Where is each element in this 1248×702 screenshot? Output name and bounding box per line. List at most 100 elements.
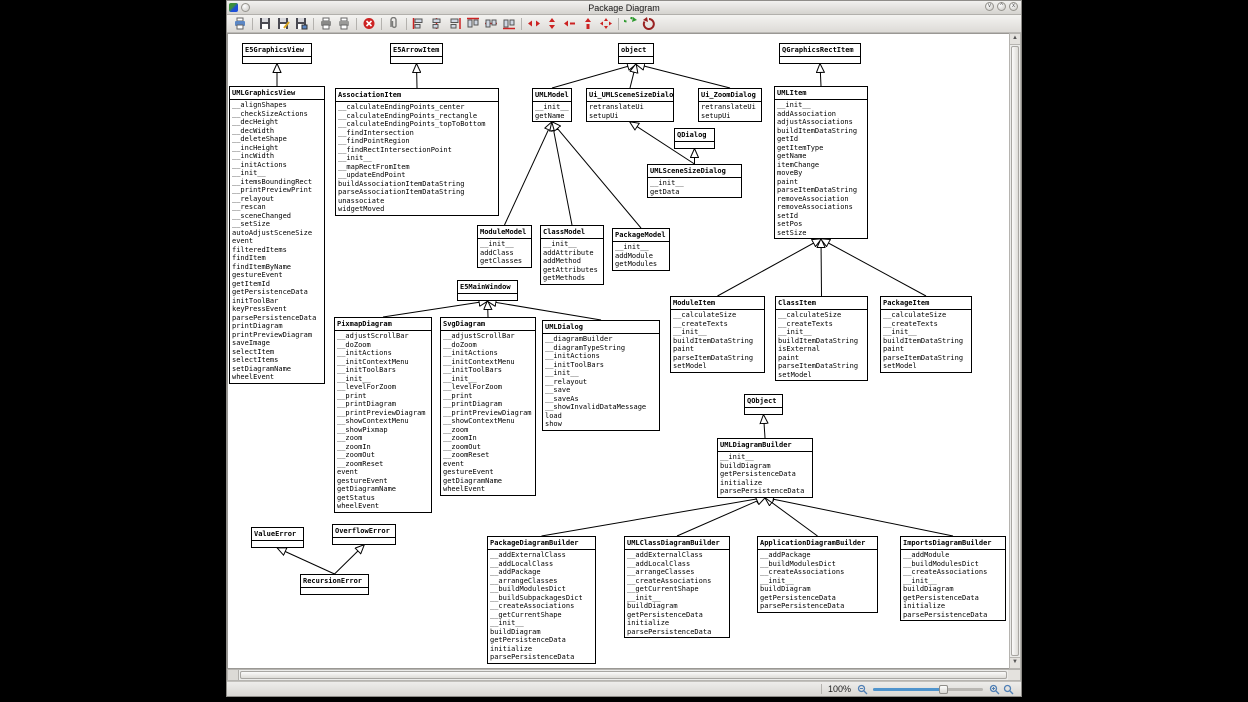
class-box-ClassItem[interactable]: ClassItem__calculateSize__createTexts__i… — [775, 296, 868, 381]
method-label: findItem — [232, 254, 322, 263]
scroll-down-icon[interactable]: ▼ — [1010, 657, 1020, 668]
method-label: setupUi — [589, 112, 671, 121]
class-box-ModuleItem[interactable]: ModuleItem__calculateSize__createTexts__… — [670, 296, 765, 373]
align-right-icon[interactable] — [447, 16, 463, 31]
print-preview-icon[interactable] — [318, 16, 334, 31]
class-name-label: object — [619, 44, 653, 57]
delete-icon[interactable] — [361, 16, 377, 31]
class-box-ImportsDiagramBuilder[interactable]: ImportsDiagramBuilder__addModule__buildM… — [900, 536, 1006, 621]
class-box-object[interactable]: object — [618, 43, 654, 64]
method-label: getStatus — [337, 494, 429, 503]
method-label: gestureEvent — [337, 477, 429, 486]
class-box-PackageDiagramBuilder[interactable]: PackageDiagramBuilder__addExternalClass_… — [487, 536, 596, 664]
zoom-reset-icon[interactable] — [1001, 683, 1015, 695]
shade-button[interactable]: v — [985, 2, 994, 11]
class-box-OverflowError[interactable]: OverflowError — [332, 524, 396, 545]
redo-icon[interactable] — [623, 16, 639, 31]
class-box-UMLGraphicsView[interactable]: UMLGraphicsView__alignShapes__checkSizeA… — [229, 86, 325, 384]
class-box-UMLDialog[interactable]: UMLDialog__diagramBuilder__diagramTypeSt… — [542, 320, 660, 431]
class-box-ValueError[interactable]: ValueError — [251, 527, 304, 548]
class-box-ModuleModel[interactable]: ModuleModel__init__addClassgetClasses — [477, 225, 532, 268]
align-vcenter-icon[interactable] — [429, 16, 445, 31]
class-box-QGraphicsRectItem[interactable]: QGraphicsRectItem — [779, 43, 861, 64]
class-box-E5ArrowItem[interactable]: E5ArrowItem — [390, 43, 443, 64]
method-label: __init__ — [778, 328, 865, 337]
undo-icon[interactable] — [641, 16, 657, 31]
diagram-canvas[interactable]: E5GraphicsView E5ArrowItem object QGraphics… — [227, 33, 1009, 669]
horizontal-scroll-thumb[interactable] — [240, 671, 1007, 679]
zoom-slider[interactable] — [873, 684, 983, 694]
class-box-UMLSceneSizeDialog[interactable]: UMLSceneSizeDialog__init__getData — [647, 164, 742, 198]
class-name-label: SvgDiagram — [441, 318, 535, 331]
align-bottom-icon[interactable] — [501, 16, 517, 31]
align-left-icon[interactable] — [411, 16, 427, 31]
method-label: getItemType — [777, 144, 865, 153]
method-label: __init__ — [903, 577, 1003, 586]
unshade-button[interactable]: ^ — [997, 2, 1006, 11]
save-image-icon[interactable] — [293, 16, 309, 31]
class-methods-list: retranslateUisetupUi — [587, 102, 673, 121]
space-horizontal-icon[interactable] — [526, 16, 542, 31]
class-box-PackageModel[interactable]: PackageModel__init__addModulegetModules — [612, 228, 670, 271]
class-methods-list: __addModule__buildModulesDict__createAss… — [901, 550, 1005, 620]
zoom-out-icon[interactable] — [855, 683, 869, 695]
close-button[interactable]: x — [1009, 2, 1018, 11]
class-box-E5GraphicsView[interactable]: E5GraphicsView — [242, 43, 312, 64]
window-title: Package Diagram — [227, 3, 1021, 13]
add-association-icon[interactable] — [386, 16, 402, 31]
class-box-ApplicationDiagramBuilder[interactable]: ApplicationDiagramBuilder__addPackage__b… — [757, 536, 878, 613]
horizontal-scrollbar[interactable] — [227, 669, 1021, 681]
class-box-UMLModel[interactable]: UMLModel__init__getName — [532, 88, 572, 122]
class-box-Ui_ZoomDialog[interactable]: Ui_ZoomDialogretranslateUisetupUi — [698, 88, 762, 122]
class-box-SvgDiagram[interactable]: SvgDiagram__adjustScrollBar__doZoom__ini… — [440, 317, 536, 496]
class-box-UMLItem[interactable]: UMLItem__init__addAssociationadjustAssoc… — [774, 86, 868, 239]
vertical-scrollbar[interactable]: ▲ ▼ — [1009, 33, 1021, 669]
class-box-ClassModel[interactable]: ClassModel__init__addAttributeaddMethodg… — [540, 225, 604, 285]
class-box-E5MainWindow[interactable]: E5MainWindow — [457, 280, 518, 301]
method-label: __initActions — [232, 161, 322, 170]
class-box-Ui_UMLSceneSizeDialog[interactable]: Ui_UMLSceneSizeDialogretranslateUisetupU… — [586, 88, 674, 122]
align-hcenter-icon[interactable] — [483, 16, 499, 31]
class-name-label: PixmapDiagram — [335, 318, 431, 331]
save-icon[interactable] — [257, 16, 273, 31]
align-top-icon[interactable] — [465, 16, 481, 31]
class-box-AssociationItem[interactable]: AssociationItem__calculateEndingPoints_c… — [335, 88, 499, 216]
method-label: __zoomOut — [337, 451, 429, 460]
size-horizontal-icon[interactable] — [562, 16, 578, 31]
method-label: selectItem — [232, 348, 322, 357]
class-box-RecursionError[interactable]: RecursionError — [300, 574, 369, 595]
class-box-UMLDiagramBuilder[interactable]: UMLDiagramBuilder__init__buildDiagramget… — [717, 438, 813, 498]
class-box-QDialog[interactable]: QDialog — [674, 128, 715, 149]
class-name-label: UMLGraphicsView — [230, 87, 324, 100]
zoom-slider-thumb[interactable] — [939, 685, 948, 694]
class-name-label: AssociationItem — [336, 89, 498, 102]
method-label: parsePersistenceData — [490, 653, 593, 662]
method-label: __showContextMenu — [337, 417, 429, 426]
vertical-scroll-thumb[interactable] — [1011, 46, 1019, 656]
scroll-up-icon[interactable]: ▲ — [1010, 34, 1020, 45]
scroll-corner-button[interactable] — [228, 670, 239, 680]
method-label: parsePersistenceData — [903, 611, 1003, 620]
method-label: __adjustScrollBar — [443, 332, 533, 341]
space-vertical-icon[interactable] — [544, 16, 560, 31]
class-box-UMLClassDiagramBuilder[interactable]: UMLClassDiagramBuilder__addExternalClass… — [624, 536, 730, 638]
method-label: __createTexts — [883, 320, 969, 329]
method-label: __init__ — [443, 375, 533, 384]
size-vertical-icon[interactable] — [580, 16, 596, 31]
save-as-icon[interactable] — [275, 16, 291, 31]
method-label: __calculateSize — [673, 311, 762, 320]
print-icon[interactable] — [336, 16, 352, 31]
class-name-label: QObject — [745, 395, 782, 408]
class-box-PackageItem[interactable]: PackageItem__calculateSize__createTexts_… — [880, 296, 972, 373]
size-both-icon[interactable] — [598, 16, 614, 31]
class-box-QObject[interactable]: QObject — [744, 394, 783, 415]
class-box-PixmapDiagram[interactable]: PixmapDiagram__adjustScrollBar__doZoom__… — [334, 317, 432, 513]
method-label: addAttribute — [543, 249, 601, 258]
class-name-label: QDialog — [675, 129, 714, 142]
method-label: __zoom — [337, 434, 429, 443]
print-setup-icon[interactable] — [232, 16, 248, 31]
method-label: __diagramTypeString — [545, 344, 657, 353]
method-label: initialize — [627, 619, 727, 628]
method-label: __createAssociations — [760, 568, 875, 577]
zoom-in-icon[interactable] — [987, 683, 1001, 695]
